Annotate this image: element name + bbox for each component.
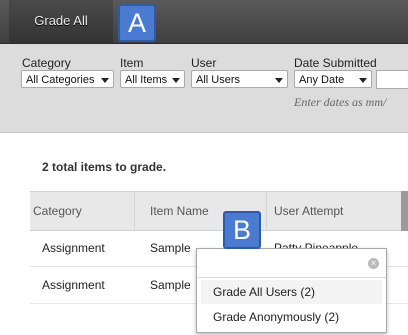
filter-bar: Category All Categories Item All Items U…	[0, 44, 408, 133]
date-filter-label: Date Submitted	[294, 56, 377, 70]
callout-b: B	[223, 211, 261, 249]
row-item-name[interactable]: Sample	[150, 241, 191, 255]
vertical-scrollbar[interactable]	[401, 191, 408, 231]
row-item-name[interactable]: Sample	[150, 278, 191, 292]
category-filter-label: Category	[22, 56, 71, 70]
item-select[interactable]: All Items	[120, 70, 185, 88]
user-select[interactable]: All Users	[191, 70, 288, 88]
menu-item-grade-anonymously[interactable]: Grade Anonymously (2)	[201, 305, 382, 329]
menu-item-grade-all-users[interactable]: Grade All Users (2)	[201, 280, 382, 304]
item-select-value: All Items	[125, 74, 168, 86]
column-divider	[266, 192, 267, 230]
item-filter-label: Item	[120, 56, 144, 70]
menu-search-input[interactable]	[197, 249, 386, 278]
chevron-down-icon	[359, 78, 367, 83]
row-category: Assignment	[42, 278, 105, 292]
callout-a: A	[118, 4, 156, 42]
table-header: Category Item Name User Attempt	[30, 191, 408, 231]
items-to-grade-count: 2 total items to grade.	[42, 160, 167, 174]
chevron-down-icon	[172, 78, 180, 83]
chevron-down-icon	[275, 78, 283, 83]
grade-options-menu: × Grade All Users (2) Grade Anonymously …	[196, 248, 387, 333]
close-icon[interactable]: ×	[368, 258, 379, 269]
user-select-value: All Users	[196, 74, 241, 86]
user-filter-label: User	[191, 56, 217, 70]
date-input[interactable]	[376, 70, 408, 89]
top-bar: Grade All	[0, 0, 408, 44]
tab-grade-all[interactable]: Grade All	[9, 0, 113, 43]
col-header-category[interactable]: Category	[33, 204, 82, 218]
category-select-value: All Categories	[26, 74, 95, 86]
column-divider	[134, 192, 135, 230]
col-header-user-attempt[interactable]: User Attempt	[274, 204, 343, 218]
date-select[interactable]: Any Date	[294, 70, 372, 88]
chevron-down-icon	[101, 78, 109, 83]
date-format-hint: Enter dates as mm/	[294, 95, 387, 109]
row-category: Assignment	[42, 241, 105, 255]
category-select[interactable]: All Categories	[21, 70, 114, 88]
date-select-value: Any Date	[299, 74, 345, 86]
col-header-item-name[interactable]: Item Name	[150, 204, 209, 218]
